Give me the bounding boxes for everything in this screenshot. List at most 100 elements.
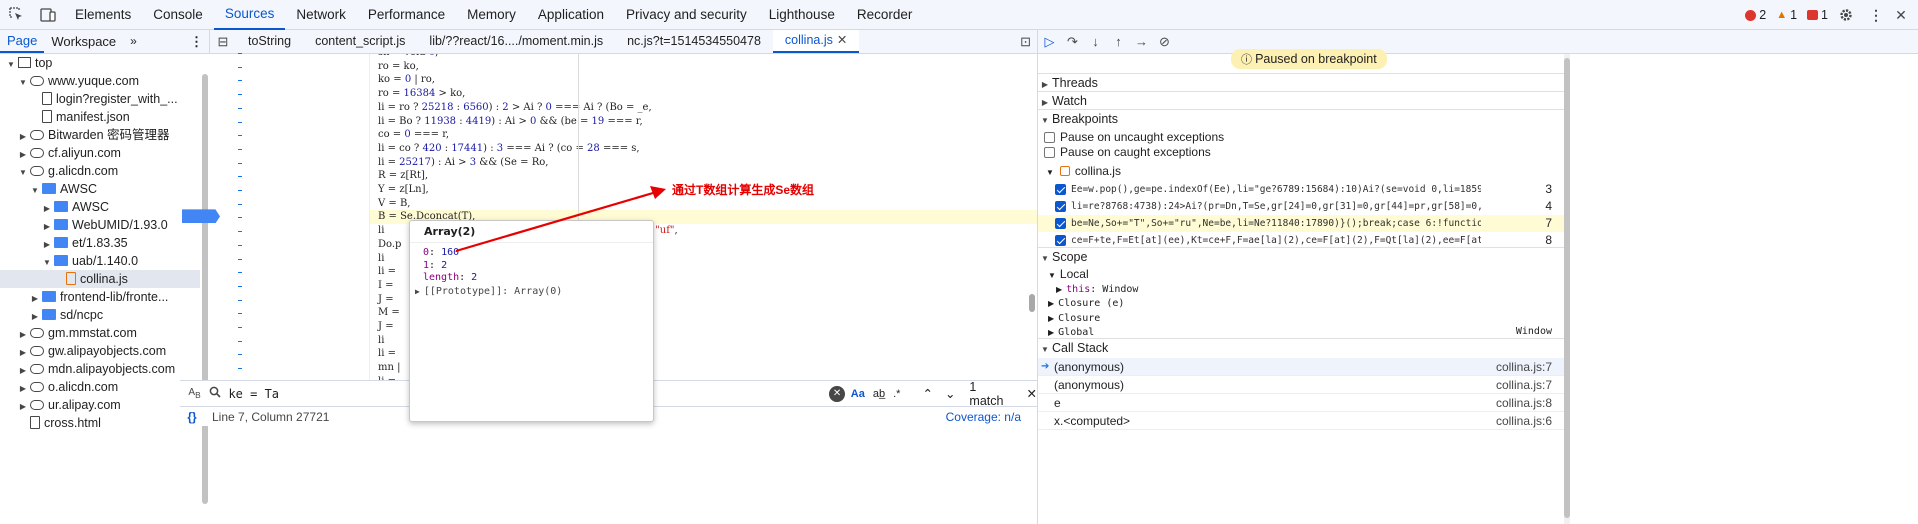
pause-uncaught-checkbox[interactable]: Pause on uncaught exceptions [1038, 130, 1566, 145]
breakpoint-entry[interactable]: li=re?8768:4738):24>Ai?(pr=Dn,T=Se,gr[24… [1038, 198, 1566, 215]
tree-item[interactable]: ▶ et/1.83.35 [0, 234, 200, 252]
breakpoint-checkbox[interactable] [1055, 218, 1066, 229]
gutter-line[interactable] [210, 347, 368, 361]
code-line[interactable]: co = 0 === r, [370, 128, 1037, 142]
step-icon[interactable]: → [1130, 34, 1153, 49]
gutter-line[interactable] [210, 279, 368, 293]
gutter-line[interactable] [210, 334, 368, 348]
breakpoint-checkbox[interactable] [1055, 201, 1066, 212]
popover-title[interactable]: Array(2) [410, 221, 653, 243]
warning-count[interactable]: ▲ 1 [1776, 8, 1797, 22]
tree-item[interactable]: ▼ uab/1.140.0 [0, 252, 200, 270]
deactivate-breakpoints-icon[interactable]: ⊘ [1153, 34, 1176, 50]
tree-item[interactable]: collina.js [0, 270, 200, 288]
tab-lighthouse[interactable]: Lighthouse [758, 0, 846, 30]
whole-word-icon[interactable]: ab̲ [873, 388, 885, 400]
tree-item[interactable]: ▶ gw.alipayobjects.com [0, 342, 200, 360]
editor-scroll-thumb[interactable] [1029, 294, 1035, 312]
tree-item[interactable]: ▼ www.yuque.com [0, 72, 200, 90]
tree-item[interactable]: ▶ sd/ncpc [0, 306, 200, 324]
editor-tab[interactable]: lib/??react/16..../moment.min.js [417, 30, 615, 53]
gutter-line[interactable] [182, 209, 368, 224]
breakpoint-marker[interactable] [182, 209, 220, 224]
tab-workspace[interactable]: Workspace [44, 30, 123, 53]
scope-this[interactable]: ▶ this: Window [1038, 281, 1566, 296]
more-options-icon[interactable]: ⋮ [1866, 0, 1886, 30]
tree-item[interactable]: ▼ top [0, 54, 200, 72]
tree-item[interactable]: ▶ Bitwarden 密码管理器 [0, 126, 200, 144]
code-line[interactable]: li = ro ? 25218 : 6560) : 2 > Ai ? 0 ===… [370, 101, 1037, 115]
tab-privacy-and-security[interactable]: Privacy and security [615, 0, 758, 30]
tree-item[interactable]: ▶ AWSC [0, 198, 200, 216]
tab-network[interactable]: Network [285, 0, 357, 30]
tree-item[interactable]: ▼ g.alicdn.com [0, 162, 200, 180]
popover-property[interactable]: length: 2 [423, 272, 653, 285]
pretty-print-icon[interactable]: {} [180, 410, 204, 424]
gutter-line[interactable] [210, 115, 368, 129]
coverage-status[interactable]: Coverage: n/a [946, 410, 1021, 424]
step-over-icon[interactable]: ↷ [1061, 34, 1084, 50]
gutter-line[interactable] [210, 252, 368, 266]
scope-section[interactable]: ▼ Scope [1038, 247, 1566, 265]
tab-performance[interactable]: Performance [357, 0, 456, 30]
code-line[interactable]: ko = 0 | ro, [370, 73, 1037, 87]
popover-property[interactable]: 0: 160 [423, 247, 653, 260]
breakpoint-file-group[interactable]: ▼ collina.js [1038, 164, 1566, 179]
gutter-line[interactable] [210, 183, 368, 197]
gutter-line[interactable] [210, 361, 368, 375]
code-line[interactable]: li = 25217) : Ai > 3 && (Se = Ro, [370, 156, 1037, 170]
breakpoint-checkbox[interactable] [1055, 184, 1066, 195]
gutter-line[interactable] [210, 101, 368, 115]
checkbox[interactable] [1044, 132, 1055, 143]
resume-icon[interactable]: ▷ [1038, 34, 1061, 50]
tree-item[interactable]: cross.html [0, 414, 200, 432]
callstack-frame[interactable]: (anonymous) collina.js:7 [1038, 376, 1566, 394]
gutter-line[interactable] [210, 320, 368, 334]
gutter-line[interactable] [210, 224, 368, 238]
close-devtools-icon[interactable]: ✕ [1890, 0, 1912, 30]
step-into-icon[interactable]: ↓ [1084, 34, 1107, 49]
tab-elements[interactable]: Elements [64, 0, 142, 30]
code-line[interactable]: li = co ? 420 : 17441) : 3 === Ai ? (co … [370, 142, 1037, 156]
status-counts[interactable]: 2 ▲ 1 1 [1745, 0, 1828, 30]
tab-memory[interactable]: Memory [456, 0, 527, 30]
gutter-line[interactable] [210, 142, 368, 156]
gutter-line[interactable] [210, 128, 368, 142]
scope-local[interactable]: ▼ Local [1038, 267, 1566, 282]
step-out-icon[interactable]: ↑ [1107, 34, 1130, 49]
error-count[interactable]: 2 [1745, 8, 1766, 22]
popover-property[interactable]: 1: 2 [423, 260, 653, 273]
breakpoint-entry[interactable]: be=Ne,So+="T",So+="ru",Ne=be,li=Ne?11840… [1038, 215, 1566, 232]
match-case-button[interactable]: Aa [851, 388, 865, 400]
navigator-menu-icon[interactable]: ⋮ [190, 34, 209, 50]
editor-tab[interactable]: collina.js ✕ [772, 30, 860, 53]
debugger-scroll-thumb[interactable] [1564, 58, 1570, 518]
breakpoint-entry[interactable]: Ee=w.pop(),ge=pe.indexOf(Ee),li="ge?6789… [1038, 181, 1566, 198]
gutter-line[interactable] [210, 46, 368, 60]
gutter-line[interactable] [210, 197, 368, 211]
editor-tab[interactable]: nc.js?t=1514534550478 [615, 30, 773, 53]
previous-match-icon[interactable]: ⌃ [922, 386, 932, 401]
breakpoints-section[interactable]: ▼ Breakpoints [1038, 109, 1566, 127]
settings-gear-icon[interactable] [1830, 0, 1862, 30]
code-line[interactable]: V = B, [370, 197, 1037, 211]
callstack-frame[interactable]: x.<computed> collina.js:6 [1038, 412, 1566, 430]
tree-item[interactable]: ▶ gm.mmstat.com [0, 324, 200, 342]
callstack-frame[interactable]: ➔ (anonymous) collina.js:7 [1038, 358, 1566, 376]
next-match-icon[interactable]: ⌄ [945, 386, 955, 401]
checkbox[interactable] [1044, 147, 1055, 158]
code-line[interactable]: ro = ko, [370, 60, 1037, 74]
gutter-line[interactable] [210, 306, 368, 320]
navigator-scroll-thumb[interactable] [202, 74, 208, 504]
tree-item[interactable]: ▶ WebUMID/1.93.0 [0, 216, 200, 234]
replace-toggle-icon[interactable]: AB [180, 387, 209, 400]
pause-caught-checkbox[interactable]: Pause on caught exceptions [1038, 145, 1566, 160]
tree-item[interactable]: ▼ AWSC [0, 180, 200, 198]
toggle-debugger-icon[interactable]: ⊡ [1020, 34, 1031, 50]
tab-sources[interactable]: Sources [213, 0, 286, 30]
debugger-scrollbar[interactable] [1564, 54, 1570, 524]
issue-count[interactable]: 1 [1807, 8, 1828, 22]
scope-closure[interactable]: ▶ Closure [1038, 310, 1566, 325]
gutter-line[interactable] [210, 60, 368, 74]
scope-global[interactable]: ▶ Global Window [1038, 324, 1566, 339]
